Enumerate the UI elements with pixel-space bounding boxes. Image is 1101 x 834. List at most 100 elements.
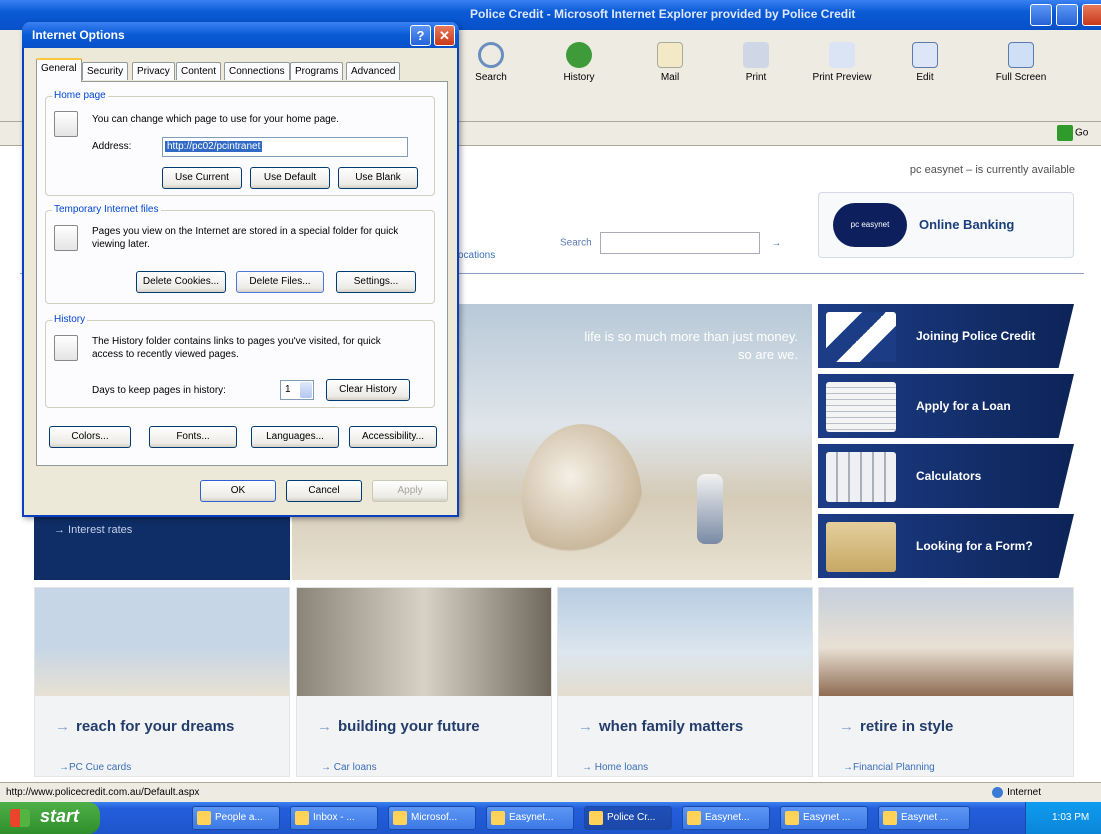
taskbar-button[interactable]: Microsof... (388, 806, 476, 830)
tab-content[interactable]: Content (176, 62, 222, 80)
joining-police-credit-button[interactable]: Joining Police Credit (818, 304, 1074, 368)
languages-button[interactable]: Languages... (251, 426, 339, 448)
spin-arrows-icon[interactable] (300, 382, 312, 398)
home-page-address-input[interactable]: http://pc02/pcintranet (162, 137, 408, 157)
online-banking-label: Online Banking (919, 217, 1015, 232)
promo-link[interactable]: →PC Cue cards (59, 762, 131, 773)
home-page-group: Home page You can change which page to u… (45, 90, 435, 196)
delete-files-button[interactable]: Delete Files... (236, 271, 324, 293)
hero-photo-girl (522, 424, 642, 574)
apply-for-loan-button[interactable]: Apply for a Loan (818, 374, 1074, 438)
arrow-icon: → (317, 718, 332, 735)
status-url: http://www.policecredit.com.au/Default.a… (6, 787, 200, 798)
promo-link[interactable]: → Car loans (321, 762, 377, 773)
tab-general[interactable]: General (36, 58, 82, 82)
promo-photo (558, 588, 812, 696)
toolbar-edit-button[interactable]: Edit (890, 42, 960, 83)
window-icon (687, 811, 701, 825)
tab-connections[interactable]: Connections (224, 62, 290, 80)
dialog-title-bar[interactable]: Internet Options ? ✕ (22, 22, 459, 48)
maximize-button[interactable] (1056, 4, 1078, 26)
toolbar-full-screen-button[interactable]: Full Screen (986, 42, 1056, 83)
settings-button[interactable]: Settings... (336, 271, 416, 293)
interest-rates-link[interactable]: → Interest rates (54, 524, 132, 536)
promo-photo (35, 588, 289, 696)
minimize-button[interactable] (1030, 4, 1052, 26)
toolbar-history-button[interactable]: History (544, 42, 614, 83)
full-screen-icon (1008, 42, 1034, 68)
looking-for-form-button[interactable]: Looking for a Form? (818, 514, 1074, 578)
tab-security[interactable]: Security (82, 62, 129, 80)
site-search-go-icon[interactable]: → (771, 238, 781, 249)
toolbar-print-button[interactable]: Print (721, 42, 791, 83)
site-search: Search → (560, 232, 781, 254)
browser-title: Police Credit - Microsoft Internet Explo… (470, 7, 856, 21)
colors-button[interactable]: Colors... (49, 426, 131, 448)
days-to-keep-stepper[interactable]: 1 (280, 380, 314, 400)
promo-reach-for-your-dreams[interactable]: → reach for your dreams →PC Cue cards (34, 587, 290, 777)
taskbar-button[interactable]: Easynet ... (878, 806, 970, 830)
close-window-button[interactable] (1082, 4, 1101, 26)
taskbar: start People a... Inbox - ... Microsof..… (0, 802, 1101, 834)
accessibility-button[interactable]: Accessibility... (349, 426, 437, 448)
arrow-icon: → (55, 718, 70, 735)
taskbar-button[interactable]: Easynet... (682, 806, 770, 830)
help-button[interactable]: ? (410, 25, 431, 46)
online-banking-button[interactable]: pc easynet Online Banking (818, 192, 1074, 258)
edit-icon (912, 42, 938, 68)
clear-history-button[interactable]: Clear History (326, 379, 410, 401)
calculators-button[interactable]: Calculators (818, 444, 1074, 508)
promo-link[interactable]: → Home loans (582, 762, 648, 773)
temporary-files-icon (54, 225, 78, 251)
ok-button[interactable]: OK (200, 480, 276, 502)
cancel-button[interactable]: Cancel (286, 480, 362, 502)
clock: 1:03 PM (1052, 812, 1090, 823)
window-icon (785, 811, 799, 825)
toolbar-print-preview-button[interactable]: Print Preview (800, 42, 884, 83)
taskbar-button-active[interactable]: Police Cr... (584, 806, 672, 830)
globe-icon (992, 787, 1004, 798)
group-title: History (52, 314, 88, 325)
home-page-description: You can change which page to use for you… (92, 114, 340, 125)
window-icon (883, 811, 897, 825)
history-icon (54, 335, 78, 361)
start-button[interactable]: start (0, 802, 100, 834)
joining-logo-icon (826, 312, 896, 362)
tab-privacy[interactable]: Privacy (132, 62, 175, 80)
apply-button[interactable]: Apply (372, 480, 448, 502)
taskbar-button[interactable]: People a... (192, 806, 280, 830)
taskbar-button[interactable]: Easynet ... (780, 806, 868, 830)
hero-photo-boy (697, 474, 723, 544)
taskbar-button[interactable]: Inbox - ... (290, 806, 378, 830)
promo-retire-in-style[interactable]: → retire in style →Financial Planning (818, 587, 1074, 777)
home-page-icon (54, 111, 78, 137)
toolbar-mail-button[interactable]: Mail (635, 42, 705, 83)
delete-cookies-button[interactable]: Delete Cookies... (136, 271, 226, 293)
hero-tagline: life is so much more than just money. so… (584, 329, 798, 362)
use-default-button[interactable]: Use Default (250, 167, 330, 189)
go-arrow-icon (1057, 125, 1073, 141)
promo-when-family-matters[interactable]: → when family matters → Home loans (557, 587, 813, 777)
taskbar-button[interactable]: Easynet... (486, 806, 574, 830)
system-tray: 1:03 PM (1025, 802, 1101, 834)
toolbar-search-button[interactable]: Search (456, 42, 526, 83)
promo-link[interactable]: →Financial Planning (843, 762, 935, 773)
folder-icon (826, 522, 896, 572)
general-tab-panel: Home page You can change which page to u… (36, 81, 448, 466)
mail-icon (657, 42, 683, 68)
locations-link[interactable]: ocations (458, 250, 495, 261)
go-button[interactable]: Go (1057, 125, 1093, 143)
tab-advanced[interactable]: Advanced (346, 62, 401, 80)
search-icon (478, 42, 504, 68)
print-icon (743, 42, 769, 68)
fonts-button[interactable]: Fonts... (149, 426, 237, 448)
site-search-label: Search (560, 237, 592, 249)
close-button[interactable]: ✕ (434, 25, 455, 46)
promo-building-your-future[interactable]: → building your future → Car loans (296, 587, 552, 777)
status-bar: http://www.policecredit.com.au/Default.a… (0, 782, 1101, 802)
use-current-button[interactable]: Use Current (162, 167, 242, 189)
use-blank-button[interactable]: Use Blank (338, 167, 418, 189)
temporary-files-description: Pages you view on the Internet are store… (92, 226, 399, 250)
tab-programs[interactable]: Programs (290, 62, 344, 80)
site-search-input[interactable] (600, 232, 761, 254)
